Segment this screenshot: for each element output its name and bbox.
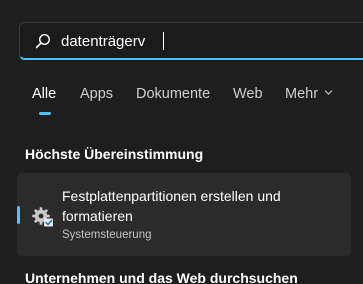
search-box[interactable]	[19, 22, 363, 60]
best-match-result[interactable]: Festplattenpartitionen erstellen und for…	[17, 173, 351, 256]
gear-with-checkbox-icon	[32, 207, 53, 227]
active-tab-indicator	[39, 112, 51, 115]
tab-web[interactable]: Web	[233, 86, 263, 102]
tab-documents[interactable]: Dokumente	[136, 86, 210, 102]
text-caret	[163, 32, 164, 50]
selection-accent	[17, 206, 20, 224]
result-title: Festplattenpartitionen erstellen und for…	[62, 188, 281, 224]
tab-all[interactable]: Alle	[32, 86, 56, 102]
search-input[interactable]	[61, 30, 351, 52]
result-subtitle: Systemsteuerung	[62, 229, 152, 241]
web-search-heading: Unternehmen und das Web durchsuchen	[25, 270, 298, 284]
tab-more[interactable]: Mehr	[285, 86, 333, 102]
search-panel: Alle Apps Dokumente Web Mehr Höchste Übe…	[0, 0, 363, 284]
search-icon	[35, 33, 51, 49]
chevron-down-icon	[324, 90, 333, 95]
tab-apps[interactable]: Apps	[80, 86, 113, 102]
best-match-heading: Höchste Übereinstimmung	[25, 146, 204, 162]
tab-more-label: Mehr	[285, 86, 319, 102]
filter-tabs: Alle Apps Dokumente Web Mehr	[19, 86, 363, 116]
